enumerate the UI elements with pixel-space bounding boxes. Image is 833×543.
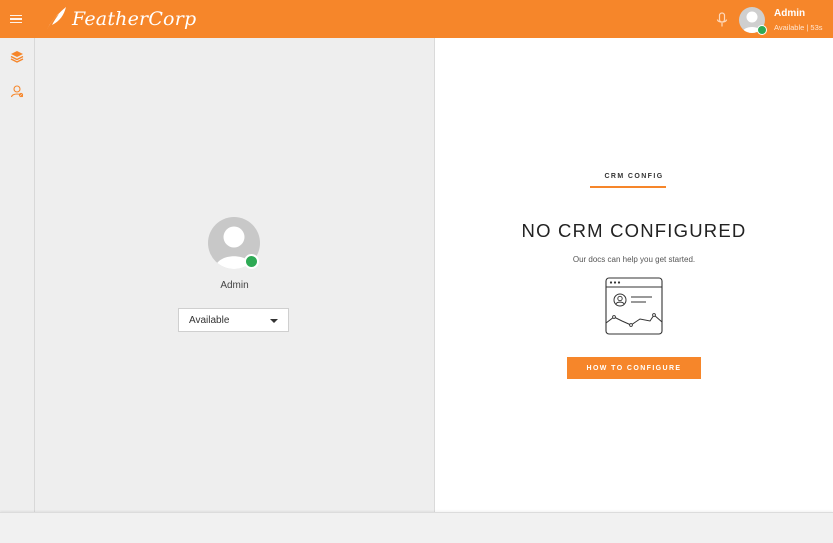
crm-panel: CRM CONFIG NO CRM CONFIGURED Our docs ca… (435, 38, 833, 512)
agent-name: Admin (220, 280, 249, 291)
user-name: Admin (774, 8, 806, 19)
user-status-dot (757, 25, 767, 35)
brand-name: FeatherCorp (72, 8, 197, 30)
hamburger-menu-icon[interactable] (10, 12, 22, 26)
top-bar: FeatherCorp Admin Available | 53s (0, 0, 833, 38)
status-dropdown-value: Available (189, 315, 230, 326)
agent-status-dot (244, 254, 259, 269)
crm-title: NO CRM CONFIGURED (521, 220, 747, 241)
side-rail (0, 38, 35, 512)
crm-subtitle: Our docs can help you get started. (572, 255, 696, 264)
profile-chart-illustration (605, 277, 663, 335)
bottom-bar (0, 512, 833, 543)
microphone-icon[interactable] (716, 12, 728, 28)
user-status-line: Available | 53s (774, 23, 823, 32)
heading-underline (590, 186, 666, 188)
brand-logo[interactable]: FeatherCorp (44, 5, 196, 33)
chevron-down-icon (270, 319, 278, 323)
crm-section-heading: CRM CONFIG (604, 173, 664, 180)
feather-icon (46, 7, 66, 31)
agent-panel: Admin Available (35, 38, 435, 512)
layers-icon[interactable] (10, 50, 24, 64)
how-to-configure-button[interactable]: HOW TO CONFIGURE (567, 357, 701, 379)
status-dropdown[interactable]: Available (178, 308, 289, 332)
contacts-icon[interactable] (10, 84, 24, 98)
